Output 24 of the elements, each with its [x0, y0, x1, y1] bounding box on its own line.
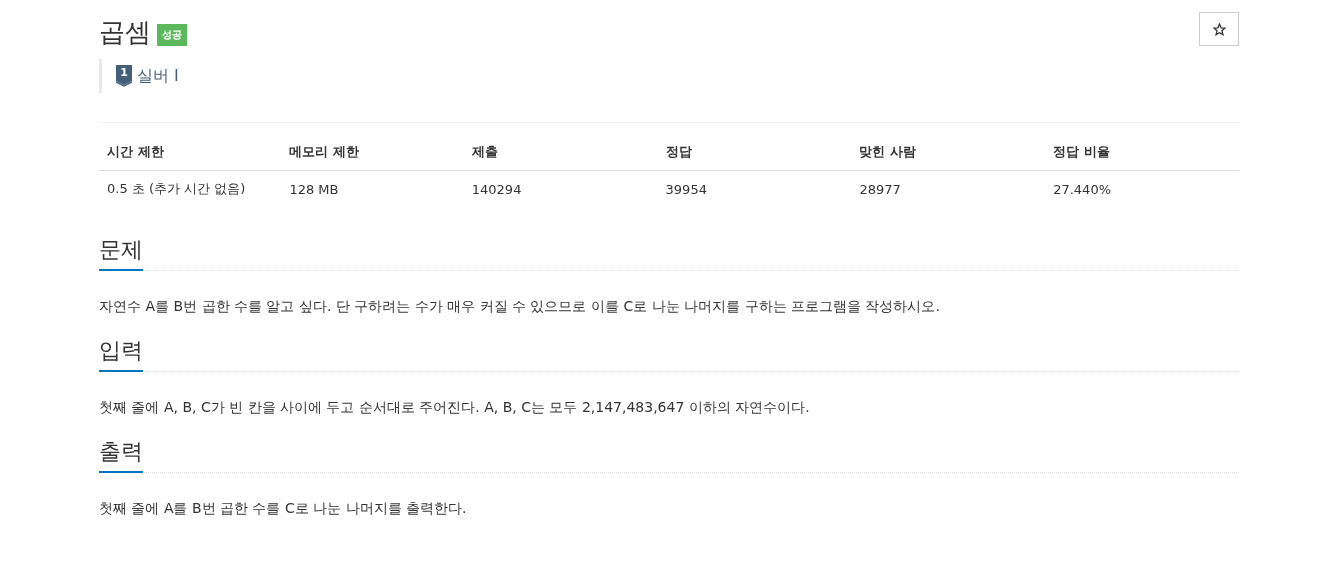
- column-header: 메모리 제한: [281, 122, 464, 171]
- section-heading: 문제: [99, 235, 143, 271]
- column-header: 제출: [463, 122, 658, 171]
- section-heading: 입력: [99, 336, 143, 372]
- section-text: 자연수 A를 B번 곱한 수를 알고 싶다. 단 구하려는 수가 매우 커질 수 있으므로 이를 C로 나눈 나머지를 구하는 프로그램을 작성하시오.: [99, 298, 941, 316]
- problem-title: 곱셈: [99, 16, 151, 49]
- column-header: 정답: [657, 122, 852, 171]
- column-header: 정답 비율: [1045, 122, 1239, 171]
- table-cell: 0.5 초 (추가 시간 없음): [99, 170, 282, 207]
- section-heading: 출력: [99, 437, 143, 473]
- table-cell: 39954: [657, 170, 852, 207]
- table-cell: 140294: [463, 170, 658, 207]
- table-cell: 128 MB: [281, 170, 464, 207]
- favorite-button[interactable]: [1199, 12, 1239, 46]
- section-text: 첫째 줄에 A, B, C가 빈 칸을 사이에 두고 순서대로 주어진다. A, B, C는 모두 2,147,483,647 이하의 자연수이다.: [99, 399, 811, 417]
- column-header: 시간 제한: [99, 122, 282, 171]
- section-text: 첫째 줄에 A를 B번 곱한 수를 C로 나눈 나머지를 출력한다.: [99, 500, 468, 518]
- table-cell: 28977: [851, 170, 1046, 207]
- star-icon: [1212, 22, 1226, 36]
- column-header: 맞힌 사람: [851, 122, 1046, 171]
- result-badge: 성공: [157, 24, 187, 46]
- table-cell: 27.440%: [1045, 170, 1239, 207]
- tier-label[interactable]: 실버 I: [137, 65, 179, 87]
- tier-badge: 1: [116, 65, 132, 87]
